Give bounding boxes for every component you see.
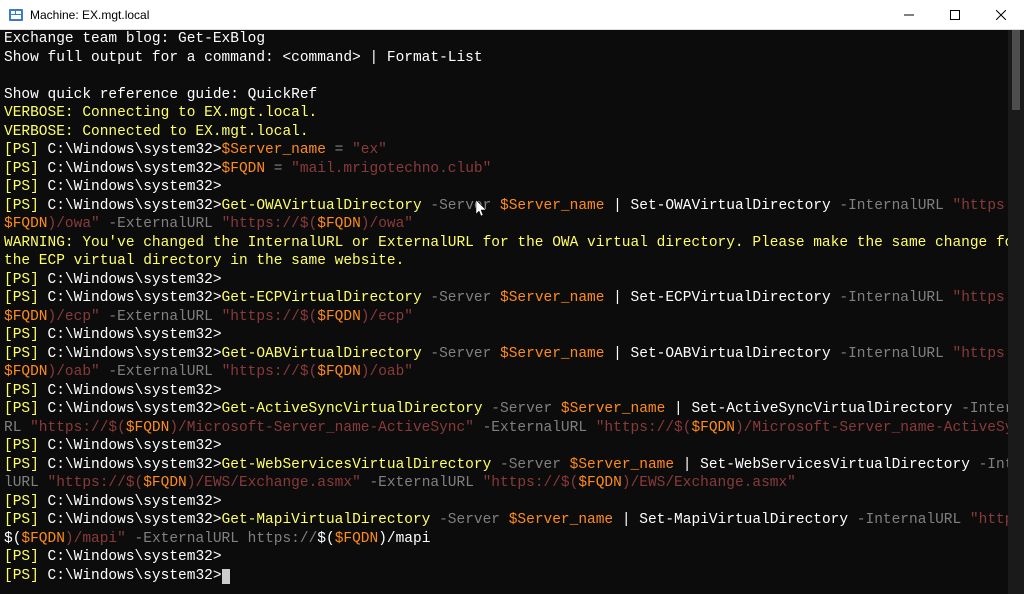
terminal-output[interactable]: Exchange team blog: Get-ExBlog Show full… <box>0 30 1008 594</box>
window-title: Machine: EX.mgt.local <box>30 8 149 22</box>
terminal-container: Exchange team blog: Get-ExBlog Show full… <box>0 30 1024 594</box>
scroll-thumb[interactable] <box>1012 30 1020 110</box>
titlebar[interactable]: Machine: EX.mgt.local <box>0 0 1024 30</box>
app-window: Machine: EX.mgt.local Exchange team blog… <box>0 0 1024 594</box>
scrollbar[interactable] <box>1008 30 1024 594</box>
window-controls <box>886 0 1024 30</box>
close-button[interactable] <box>978 0 1024 30</box>
app-icon <box>8 7 24 23</box>
minimize-button[interactable] <box>886 0 932 30</box>
maximize-button[interactable] <box>932 0 978 30</box>
